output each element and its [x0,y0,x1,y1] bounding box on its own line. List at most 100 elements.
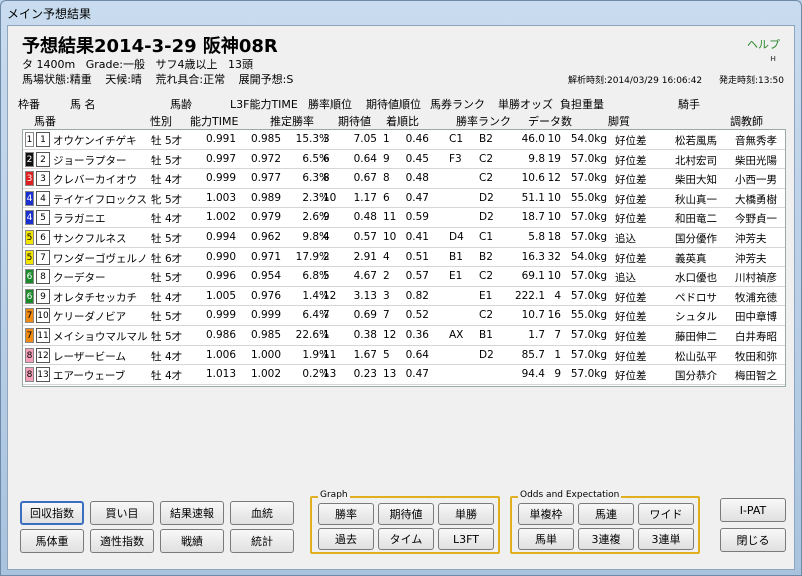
weather-text: 天候:晴 [105,73,142,86]
odds-group-button-1[interactable]: 馬連 [578,503,634,525]
cell-jockey: 柴田大知 [675,174,717,187]
table-row[interactable]: 1 1 オウケンイチゲキ牡 5才 0.991 0.985 15.3% 3 7.05 1 0.46 C1… [23,130,785,150]
cell-ratio: 0.57 [405,270,429,283]
cell-brank: C1 [449,133,464,145]
graph-group-button-5[interactable]: L3FT [438,528,494,550]
button-3[interactable]: 血統 [230,501,294,525]
cell-wt: 57.0kg [570,329,607,341]
cell-ev: 0.23 [353,368,377,381]
odds-group-button-5[interactable]: 3連単 [638,528,694,550]
cell-age: 5才 [165,272,183,285]
cell-rrank: C2 [479,172,494,185]
help-mini-icon[interactable]: н [770,54,776,64]
cell-age: 5才 [165,233,183,245]
cell-name: レーザービーム [53,350,126,363]
ipat-button[interactable]: I-PAT [720,498,786,522]
odds-group-button-2[interactable]: ワイド [638,503,694,525]
cell-style: 好位差 [615,154,647,167]
cell-name: ワンダーゴヴェルノ [53,252,148,265]
cell-name: オレタチセッカチ [53,291,137,304]
cell-ev: 1.67 [353,348,377,361]
page-title: 予想結果2014-3-29 阪神08R [22,36,278,57]
cell-evrank: 7 [383,309,390,322]
cell-age: 4才 [165,370,183,383]
column-header: 馬 名 [70,98,96,111]
cell-t2: 0.989 [250,191,281,204]
column-header: 脚質 [608,115,630,128]
graph-group-button-1[interactable]: 期待値 [378,503,434,525]
cell-trainer: 田中章博 [735,311,777,324]
button-6[interactable]: 戦績 [160,529,224,553]
odds-group-button-0[interactable]: 単複枠 [518,503,574,525]
table-row[interactable]: 4 4 テイケイフロックス牝 5才 1.003 0.989 2.3% 10 1.17 6 0.47 D… [23,189,785,209]
graph-group-button-0[interactable]: 勝率 [318,503,374,525]
column-header: 期待値順位 [366,98,421,111]
cell-brank: D4 [449,231,464,243]
cell-trainer: 柴田光陽 [735,154,777,167]
table-row[interactable]: 5 7 ワンダーゴヴェルノ牡 6才 0.990 0.971 17.9% 2 2.91 4 0.51 B… [23,248,785,268]
button-1[interactable]: 買い目 [90,501,154,525]
cell-trainer: 小西一男 [735,174,777,187]
result-table[interactable]: 1 1 オウケンイチゲキ牡 5才 0.991 0.985 15.3% 3 7.05 1 0.46 C1… [22,129,786,387]
cell-t2: 0.979 [250,211,281,224]
cell-name: ジョーラプター [53,154,127,167]
button-5[interactable]: 適性指数 [90,529,154,553]
cell-trainer: 牧田和弥 [735,350,777,363]
table-row[interactable]: 8 12 レーザービーム牡 4才 1.006 1.000 1.9% 11 1.67 5 0.64 D2… [23,346,785,366]
graph-group-button-4[interactable]: タイム [378,528,434,550]
button-4[interactable]: 馬体重 [20,529,84,553]
cell-odds: 18.7 [521,211,545,224]
waku-number: 7 [25,328,34,343]
table-row[interactable]: 3 3 クレバーカイオウ牡 4才 0.999 0.977 6.3% 8 0.67 8 0.48 C2 1… [23,169,785,189]
table-row[interactable]: 8 13 エアーウェーブ牡 4才 1.013 1.002 0.2% 13 0.23 13 0.47 9… [23,365,785,385]
cell-jockey: 藤田伸二 [675,331,717,343]
cell-evrank: 8 [383,172,390,185]
cell-rrank: B2 [479,250,493,263]
table-row[interactable]: 5 6 サンクフルネス牡 5才 0.994 0.962 9.8% 4 0.57 10 0.41 D4 C… [23,228,785,248]
graph-group-button-2[interactable]: 単勝 [438,503,494,525]
cell-wrank: 12 [323,289,337,302]
column-header: 負担重量 [560,98,604,111]
waku-number: 1 [25,132,34,147]
table-row[interactable]: 6 9 オレタチセッカチ牡 4才 1.005 0.976 1.4% 12 3.13 3 0.82 E1… [23,287,785,307]
button-2[interactable]: 結果速報 [160,501,224,525]
column-header: 馬券ランク [430,98,485,111]
track-info: 馬場状態:精重 天候:晴 荒れ具合:正常 展開予想:S [22,71,303,87]
table-row[interactable]: 7 10 ケリーダノビア牡 5才 0.999 0.999 6.4% 7 0.69 7 0.52 C2 1… [23,306,785,326]
cell-style: 好位差 [615,350,647,363]
cell-style: 好位差 [615,252,647,265]
grade-text: Grade:一般 [85,58,145,71]
table-row[interactable]: 6 8 クーデター牡 5才 0.996 0.954 6.8% 5 4.67 2 0.57 E1 C2 69… [23,267,785,287]
odds-group-button-4[interactable]: 3連複 [578,528,634,550]
button-7[interactable]: 統計 [230,529,294,553]
table-row[interactable]: 4 5 ララガニエ牡 4才 1.002 0.979 2.6% 9 0.48 11 0.59 D2 18.… [23,208,785,228]
table-row[interactable]: 7 11 メイショウマルマル牡 5才 0.986 0.985 22.6% 1 0.38 12 0.3… [23,326,785,346]
cell-odds: 46.0 [521,133,545,145]
close-button[interactable]: 閉じる [720,528,786,552]
horse-number: 2 [36,151,50,167]
cell-ev: 0.38 [353,329,377,341]
cell-wrank: 4 [323,231,330,243]
cell-sex: 牡 [151,233,162,245]
help-link[interactable]: ヘルプ [747,36,780,52]
waku-number: 7 [25,308,34,324]
cell-style: 好位差 [615,291,647,304]
graph-group-button-3[interactable]: 過去 [318,528,374,550]
horse-number: 6 [36,230,50,245]
odds-group-button-3[interactable]: 馬単 [518,528,574,550]
cell-wrank: 11 [323,348,337,361]
cell-rrank: C2 [479,309,494,322]
cell-evrank: 2 [383,270,390,283]
cell-rrank: B1 [479,329,493,341]
column-header: 推定勝率 [270,115,314,128]
cell-name: クレバーカイオウ [53,174,137,187]
cell-rrank: E1 [479,289,493,302]
cell-style: 好位差 [615,370,647,383]
cell-age: 4才 [165,350,183,363]
cell-t1: 0.996 [205,270,236,283]
button-0[interactable]: 回収指数 [20,501,84,525]
cell-sex: 牡 [151,331,162,343]
cell-data: 18 [547,231,561,243]
cell-jockey: 和田竜二 [675,213,717,226]
table-row[interactable]: 2 2 ジョーラプター牡 5才 0.997 0.972 6.5% 6 0.64 9 0.45 F3 C2… [23,150,785,170]
